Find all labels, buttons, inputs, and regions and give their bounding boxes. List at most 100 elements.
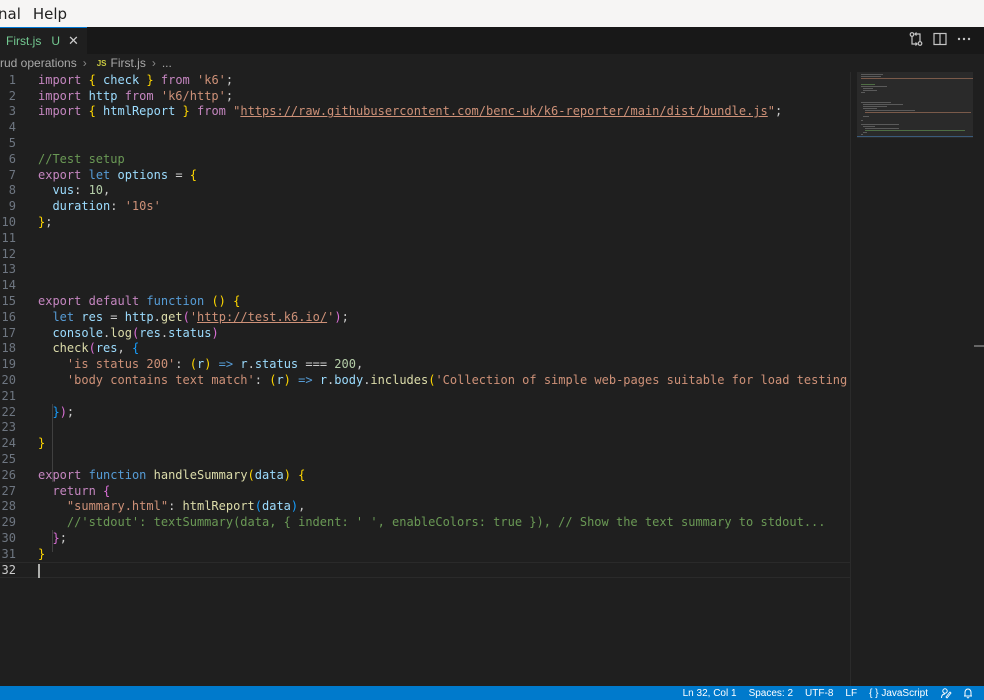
current-code-line: 32: [0, 561, 850, 578]
code-line: 6 //Test setup: [0, 151, 850, 167]
line-number: 4: [8, 120, 16, 135]
line-number: 1: [8, 72, 16, 87]
menu-bar: nal Help: [0, 0, 984, 28]
compare-changes-icon[interactable]: [908, 31, 924, 47]
minimap-line: [865, 128, 899, 129]
split-editor-icon[interactable]: [932, 31, 948, 47]
notifications-bell-icon[interactable]: [962, 687, 974, 699]
minimap-line: [863, 116, 869, 117]
minimap-line: [863, 104, 903, 105]
code-line: 29 //'stdout': textSummary(data, { inden…: [0, 514, 850, 530]
line-number: 20: [1, 373, 16, 388]
line-code: import { check } from 'k6';: [38, 72, 234, 87]
breadcrumb-symbols[interactable]: ...: [162, 56, 172, 70]
minimap-line: [865, 110, 915, 111]
code-line: 21: [0, 388, 850, 404]
chevron-right-icon: ›: [151, 56, 156, 70]
chevron-right-icon: ›: [82, 56, 87, 70]
scrollbar-marker[interactable]: [974, 345, 984, 347]
line-number: 30: [1, 531, 16, 546]
breadcrumb-file[interactable]: First.js: [111, 56, 146, 70]
breadcrumb: rud operations › JS First.js › ...: [0, 54, 984, 72]
code-line: 25: [0, 451, 850, 467]
minimap-line: [863, 106, 887, 107]
code-line: 7 export let options = {: [0, 167, 850, 183]
code-line: 14: [0, 277, 850, 293]
breadcrumb-folder[interactable]: rud operations: [0, 56, 77, 70]
line-number: 28: [1, 499, 16, 514]
test-url-link[interactable]: http://test.k6.io/: [197, 310, 327, 324]
minimap-line: [861, 120, 863, 121]
line-number: 26: [1, 467, 16, 482]
minimap-line: [863, 90, 877, 91]
code-line: 11: [0, 230, 850, 246]
line-number: 17: [1, 325, 16, 340]
line-code: vus: 10,: [38, 183, 111, 198]
line-code: //Test setup: [38, 151, 125, 166]
minimap-cursor-line: [857, 136, 973, 137]
line-code: };: [38, 215, 53, 230]
feedback-icon[interactable]: [940, 687, 952, 699]
code-line: 13: [0, 262, 850, 278]
code-line: 1 import { check } from 'k6';: [0, 72, 850, 88]
line-code: check(res, {: [52, 341, 140, 356]
code-editor[interactable]: 1 import { check } from 'k6'; 2 import h…: [0, 72, 877, 686]
line-number: 16: [1, 309, 16, 324]
menu-help[interactable]: Help: [33, 5, 67, 23]
code-line: 15 export default function () {: [0, 293, 850, 309]
code-line: 20 'body contains text match': (r) => r.…: [0, 372, 877, 388]
minimap-line: [863, 132, 867, 133]
minimap-line: [861, 76, 881, 77]
line-code: return {: [52, 483, 111, 498]
minimap-line: [861, 86, 887, 87]
line-code: import { htmlReport } from "https://raw.…: [38, 104, 783, 119]
menu-terminal[interactable]: nal: [0, 5, 21, 23]
tab-first-js[interactable]: First.js U ✕: [0, 27, 87, 54]
minimap-line: [863, 88, 873, 89]
minimap-line: [861, 84, 875, 85]
minimap-line: [861, 124, 899, 125]
line-number: 12: [1, 246, 16, 261]
code-line: 10 };: [0, 214, 850, 230]
line-number: 14: [1, 278, 16, 293]
code-line: 3 import { htmlReport } from "https://ra…: [0, 104, 850, 120]
tab-label: First.js: [6, 34, 42, 48]
minimap-line: [865, 130, 965, 131]
minimap-line: [861, 102, 891, 103]
code-line: 2 import http from 'k6/http';: [0, 88, 850, 104]
line-number: 27: [1, 483, 16, 498]
code-line: 5: [0, 135, 850, 151]
status-language-mode[interactable]: { } JavaScript: [869, 688, 928, 699]
code-line: 18 check(res, {: [0, 341, 850, 357]
line-code: import http from 'k6/http';: [38, 88, 234, 103]
line-number: 18: [1, 341, 16, 356]
line-code: 'body contains text match': (r) => r.bod…: [66, 373, 876, 388]
tab-untracked-status: U: [51, 34, 60, 48]
more-actions-icon[interactable]: [956, 31, 972, 47]
bundle-url-link[interactable]: https://raw.githubusercontent.com/benc-u…: [240, 104, 767, 118]
line-code: };: [52, 531, 67, 546]
line-code: duration: '10s': [38, 199, 161, 214]
language-label: JavaScript: [881, 687, 928, 699]
line-number: 29: [1, 515, 16, 530]
code-line: 17 console.log(res.status): [0, 325, 850, 341]
status-indentation[interactable]: Spaces: 2: [749, 688, 793, 699]
code-line: 31 }: [0, 546, 850, 562]
status-cursor-position[interactable]: Ln 32, Col 1: [683, 688, 737, 699]
code-line: 9 duration: '10s': [0, 198, 850, 214]
minimap-line: [865, 112, 971, 113]
line-number: 13: [1, 262, 16, 277]
minimap-line: [863, 126, 875, 127]
status-eol[interactable]: LF: [845, 688, 857, 699]
close-icon[interactable]: ✕: [68, 34, 79, 49]
code-line: 12: [0, 246, 850, 262]
line-number: 22: [1, 404, 16, 419]
code-line: 24 }: [0, 435, 850, 451]
status-encoding[interactable]: UTF-8: [805, 688, 833, 699]
line-number: 2: [8, 88, 16, 103]
line-number: 31: [1, 546, 16, 561]
minimap[interactable]: [850, 72, 984, 686]
line-code: }: [38, 436, 46, 451]
minimap-line: [861, 134, 863, 135]
status-bar: Ln 32, Col 1 Spaces: 2 UTF-8 LF { } Java…: [0, 686, 984, 700]
